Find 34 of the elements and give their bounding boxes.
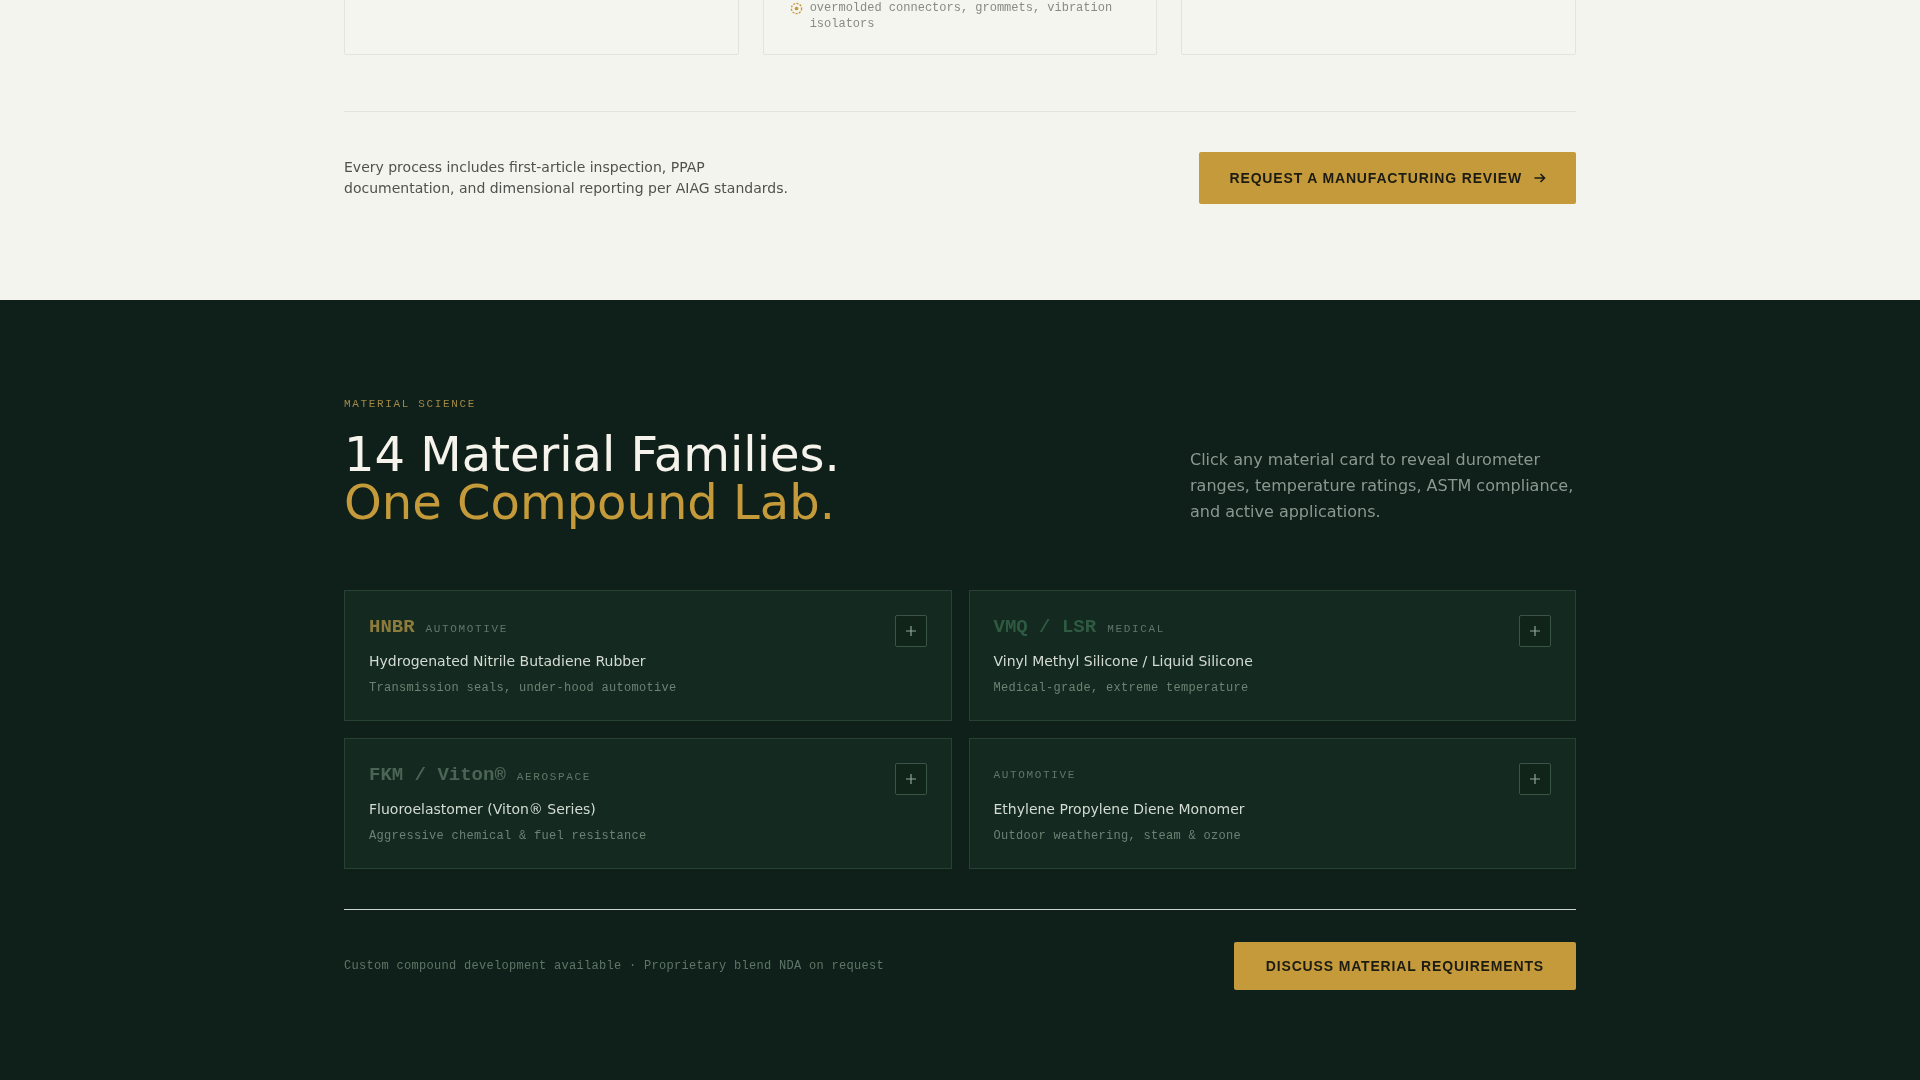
- plus-icon: [905, 626, 916, 636]
- material-description: Transmission seals, under-hood automotive: [369, 680, 678, 697]
- material-description: Outdoor weathering, steam & ozone: [993, 828, 1243, 845]
- material-description: Aggressive chemical & fuel resistance: [369, 828, 648, 845]
- arrow-icon: [1534, 173, 1546, 183]
- plus-icon: [905, 774, 916, 784]
- category-label: AUTOMOTIVE: [993, 768, 1076, 783]
- expand-button[interactable]: [894, 615, 927, 647]
- intro-text: Click any material card to reveal durometer ranges, temperature ratings, ASTM compliance, and active applications.: [1190, 449, 1575, 523]
- category-label: MEDICAL: [1107, 622, 1165, 637]
- category-label: AUTOMOTIVE: [425, 622, 509, 637]
- material-card[interactable]: AUTOMOTIVE Ethylene Propylene Diene Monomer Outdoor weathering, steam & ozone: [968, 738, 1576, 869]
- footnote-text: Custom compound development available · Proprietary blend NDA on request: [344, 959, 885, 973]
- material-name: Hydrogenated Nitrile Butadiene Rubber: [369, 652, 647, 671]
- plus-icon: [1530, 626, 1540, 636]
- feature-text: overmolded connectors, grommets, vibration isolators: [809, 0, 1114, 32]
- material-name: Vinyl Methyl Silicone / Liquid Silicone: [993, 652, 1254, 671]
- material-code: FKM / Viton®: [369, 763, 506, 787]
- plus-icon: [1530, 774, 1540, 784]
- material-name: Ethylene Propylene Diene Monomer: [993, 800, 1246, 819]
- section-eyebrow: MATERIAL SCIENCE: [344, 397, 478, 411]
- category-label: AEROSPACE: [516, 770, 592, 785]
- expand-button[interactable]: [894, 763, 927, 795]
- ring-icon: [789, 2, 803, 15]
- material-description: Medical-grade, extreme temperature: [993, 680, 1250, 697]
- review-button[interactable]: REQUEST A MANUFACTURING REVIEW: [1198, 152, 1576, 204]
- discuss-button[interactable]: DISCUSS MATERIAL REQUIREMENTS: [1233, 942, 1576, 990]
- expand-button[interactable]: [1519, 763, 1551, 795]
- material-card[interactable]: HNBR AUTOMOTIVE Hydrogenated Nitrile Butadiene Rubber Transmission seals, under-hood automotive: [344, 590, 952, 721]
- material-card[interactable]: FKM / Viton® AEROSPACE Fluoroelastomer (Viton® Series) Aggressive chemical & fuel resistance: [344, 738, 952, 869]
- material-code: HNBR: [369, 615, 415, 639]
- material-name: Fluoroelastomer (Viton® Series): [369, 800, 597, 819]
- expand-button[interactable]: [1519, 615, 1551, 647]
- process-note: Every process includes first-article inspection, PPAP documentation, and dimensional reporting per AIAG standards.: [344, 158, 789, 198]
